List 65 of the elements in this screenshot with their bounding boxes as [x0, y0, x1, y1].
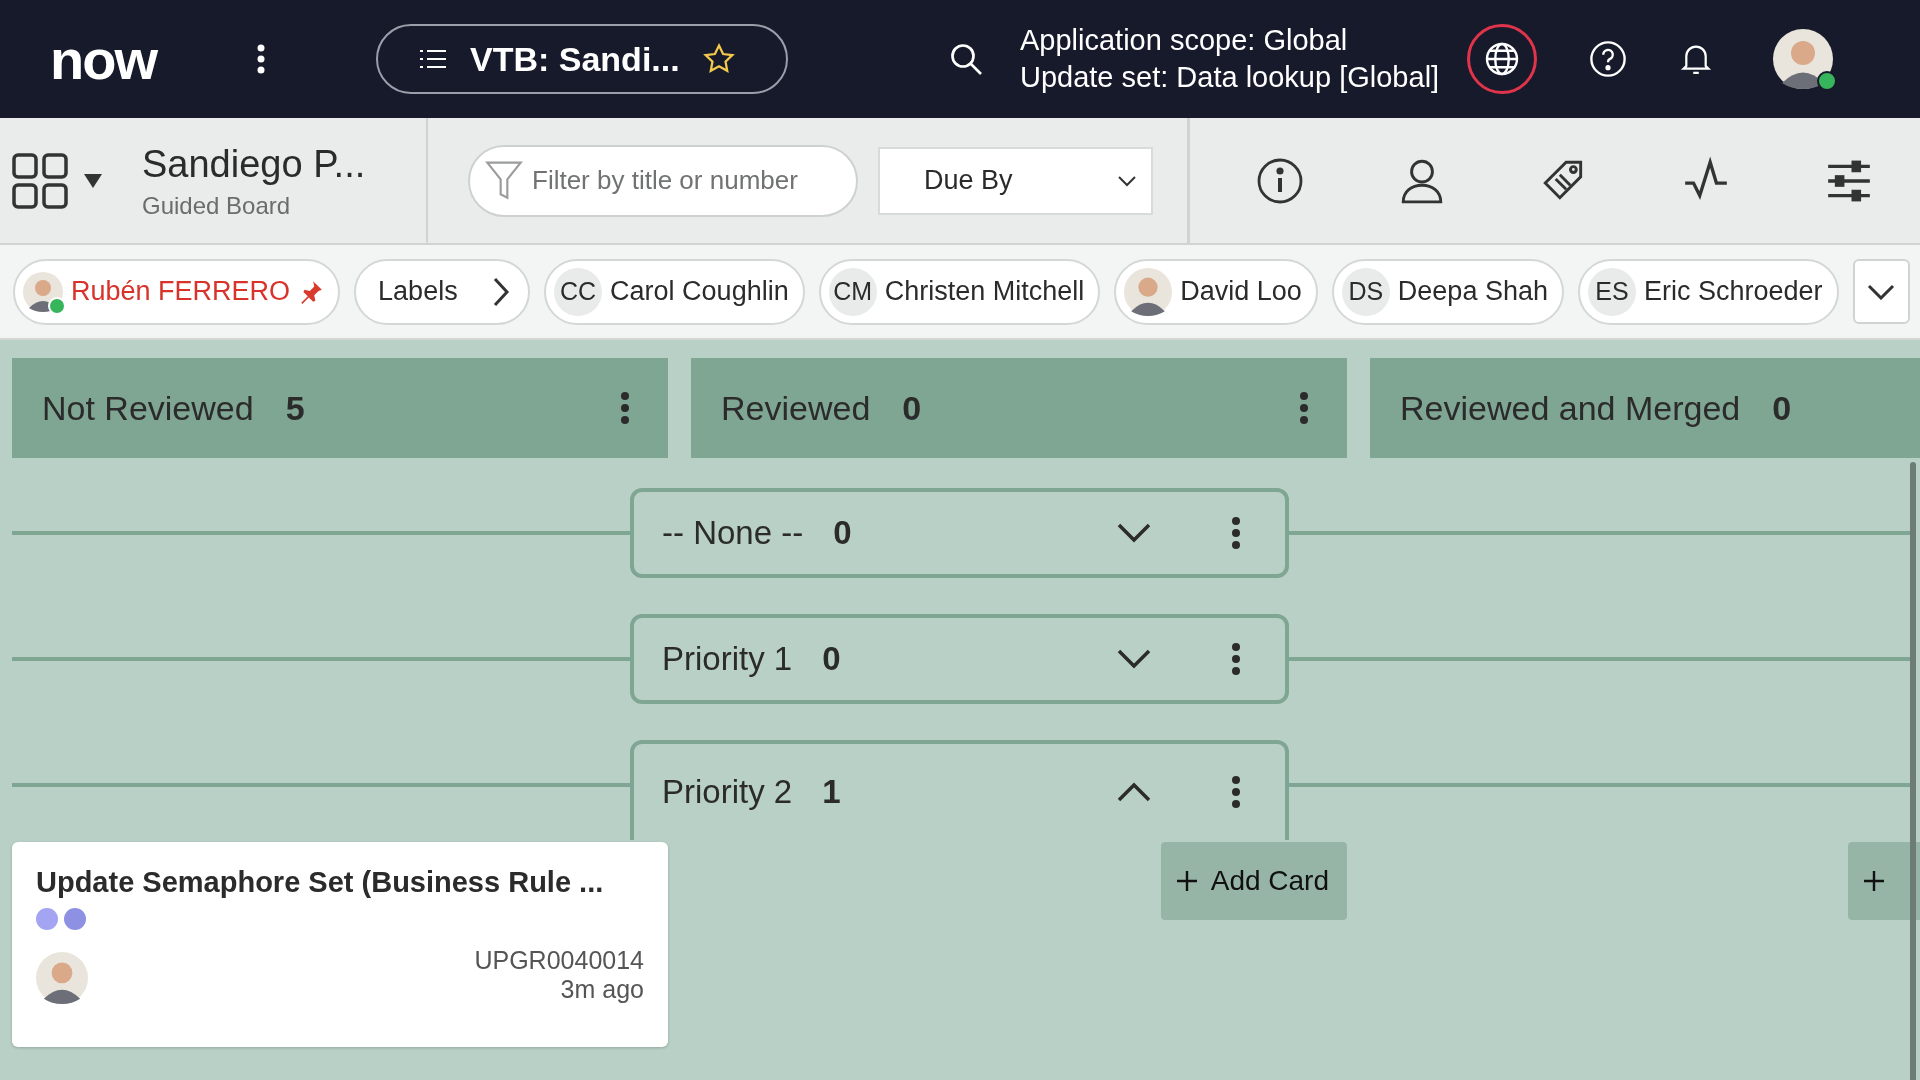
grid-icon[interactable] — [12, 152, 68, 209]
column-count: 0 — [902, 388, 922, 428]
filter-chip[interactable]: Labels — [354, 258, 531, 325]
board-type: Guided Board — [142, 191, 292, 220]
chevron-down-icon[interactable] — [1117, 523, 1151, 543]
swimlane-count: 0 — [833, 514, 852, 552]
board-name: Sandiego P... — [142, 141, 366, 186]
column-count: 0 — [1772, 388, 1792, 428]
star-icon[interactable] — [701, 42, 736, 76]
plus-icon — [1862, 869, 1886, 893]
user-avatar[interactable] — [1773, 29, 1834, 89]
column-count: 5 — [285, 388, 305, 428]
column-title: Reviewed and Merged — [1400, 388, 1741, 428]
info-icon[interactable] — [1256, 156, 1305, 205]
initials-avatar: DS — [1341, 267, 1390, 316]
filter-field[interactable]: Filter by title or number — [468, 144, 858, 217]
filter-chip[interactable]: David Loo — [1114, 258, 1318, 325]
swimlane-title: Priority 2 — [662, 773, 793, 811]
filter-chip[interactable]: DS Deepa Shah — [1331, 258, 1564, 325]
swimlane-header[interactable]: Priority 2 1 — [630, 740, 1289, 840]
page-title-button[interactable]: VTB: Sandi... — [376, 24, 788, 94]
swimlane-count: 0 — [822, 640, 841, 678]
swimlane-count: 1 — [822, 773, 841, 811]
sort-dropdown[interactable]: Due By — [878, 146, 1153, 215]
logo[interactable]: now — [50, 26, 156, 92]
plus-icon — [1174, 869, 1199, 893]
card-time: 3m ago — [559, 975, 644, 1004]
caret-icon[interactable] — [84, 173, 102, 188]
more-icon[interactable] — [1231, 517, 1241, 549]
help-icon[interactable] — [1589, 40, 1628, 78]
expand-button[interactable] — [1852, 259, 1910, 324]
swimlane-header[interactable]: Priority 1 0 — [630, 614, 1289, 704]
list-icon — [418, 48, 448, 70]
add-card-button[interactable]: Add Card — [1160, 842, 1347, 920]
assignee-avatar — [36, 952, 88, 1004]
more-icon[interactable] — [1231, 643, 1241, 675]
update-set: Update set: Data lookup [Global] — [1020, 60, 1440, 95]
chevron-down-icon — [1867, 283, 1896, 300]
filter-chip[interactable]: CM Christen Mitchell — [818, 258, 1101, 325]
column-title: Not Reviewed — [42, 388, 254, 428]
swimlane-header[interactable]: -- None -- 0 — [630, 488, 1289, 578]
initials-avatar: ES — [1587, 267, 1636, 316]
chevron-up-icon[interactable] — [1117, 782, 1151, 802]
globe-icon[interactable] — [1467, 24, 1538, 94]
avatar-icon — [1773, 29, 1834, 89]
card-number: UPGR0040014 — [474, 946, 644, 975]
card-title: Update Semaphore Set (Business Rule ... — [36, 865, 605, 900]
initials-avatar: CC — [554, 267, 603, 316]
initials-avatar: CM — [828, 267, 877, 316]
scrollbar[interactable] — [1910, 462, 1916, 1080]
application-scope: Application scope: Global — [1020, 23, 1349, 58]
column-title: Reviewed — [721, 388, 871, 428]
more-icon[interactable] — [1231, 776, 1241, 808]
chevron-down-icon[interactable] — [1117, 649, 1151, 669]
chevron-down-icon — [1117, 174, 1137, 187]
filter-chip[interactable]: Rubén FERRERO — [13, 258, 341, 325]
chevron-right-icon — [492, 276, 511, 307]
filter-chip[interactable]: ES Eric Schroeder — [1577, 258, 1839, 325]
search-icon[interactable] — [948, 41, 984, 77]
more-icon[interactable] — [256, 44, 266, 74]
avatar-icon — [1124, 267, 1173, 316]
swimlane-title: Priority 1 — [662, 640, 793, 678]
task-card[interactable]: Update Semaphore Set (Business Rule ... UPGR0040014 3m ago — [12, 842, 668, 1047]
swimlane-title: -- None -- — [662, 514, 804, 552]
filter-chip[interactable]: CC Carol Coughlin — [544, 258, 805, 325]
